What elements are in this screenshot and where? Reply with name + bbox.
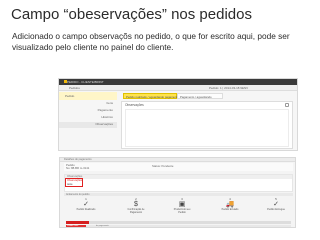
admin-subbar: Pedidos Pedido: 1 | 2014-03-18 9ENV bbox=[59, 85, 297, 96]
order-info-left: Pedido No: 88-BR m-3141 bbox=[66, 163, 90, 171]
step-4-label: Pedido Enviado bbox=[221, 208, 239, 211]
description-line-2: visualizado pelo cliente no painel do cl… bbox=[12, 41, 174, 52]
order-progress-fill bbox=[66, 221, 89, 224]
slide-description: Adicionado o campo observaçõs no pedido,… bbox=[12, 31, 312, 52]
footer-left: Pedido Falta bbox=[66, 225, 86, 227]
step-4: 4 🚚 Pedido Enviado bbox=[220, 197, 240, 212]
step-1-label: Pedido Realizado bbox=[76, 208, 96, 211]
tab-status-pagamento[interactable]: Pagamento / aguardando bbox=[177, 93, 223, 99]
step-3-label: Produzindo seu Pedido bbox=[173, 208, 191, 214]
observacoes-label: Observações bbox=[125, 103, 144, 107]
footer-right: do pagamento bbox=[96, 225, 109, 227]
customer-observacoes-header: Observações bbox=[65, 175, 292, 179]
step-2: 2 $ Confirmação de Pagamento bbox=[126, 197, 146, 215]
sidebar-item-pagamento[interactable]: Pagamento bbox=[59, 108, 117, 114]
customer-panel-header-text: Detalhes do pagamento bbox=[64, 158, 92, 161]
steps-header: Andamento do pedido bbox=[64, 193, 293, 196]
order-number: No: 88-BR m-3141 bbox=[66, 166, 90, 171]
description-line-1: Adicionado o campo observaçõs no pedido,… bbox=[12, 31, 290, 41]
admin-main: Pedido realizado / aguardando pagamento … bbox=[117, 92, 297, 150]
order-info: Pedido No: 88-BR m-3141 Status: Pendente bbox=[64, 163, 293, 171]
order-footer: Pedido Falta do pagamento bbox=[66, 225, 291, 227]
tab-status-pedido[interactable]: Pedido realizado / aguardando pagamento bbox=[123, 93, 179, 99]
step-2-label: Confirmação de Pagamento bbox=[127, 208, 145, 214]
sidebar-item-itens[interactable]: Itens bbox=[59, 101, 117, 107]
highlight-label: Observações bbox=[67, 179, 83, 182]
step-3: 3 ▣ Produzindo seu Pedido bbox=[172, 197, 192, 215]
observacoes-textarea[interactable] bbox=[125, 109, 289, 147]
sidebar-item-historico[interactable]: Histórico bbox=[59, 115, 117, 121]
admin-sidebar: Pedido Itens Pagamento Histórico Observa… bbox=[59, 92, 117, 150]
customer-panel-header: Detalhes do pagamento bbox=[60, 158, 295, 162]
admin-order-screenshot: PEDIDO - CLIENTE/BRINT Pedidos Pedido: 1… bbox=[58, 78, 298, 151]
admin-tabs: Pedido realizado / aguardando pagamento … bbox=[117, 92, 297, 99]
highlight-value: teste bbox=[67, 183, 73, 186]
customer-observacoes-box: Observações bbox=[64, 174, 293, 192]
order-progress-bar bbox=[66, 221, 291, 224]
sidebar-item-observacoes[interactable]: Observações bbox=[59, 122, 117, 128]
edit-icon[interactable] bbox=[285, 103, 289, 107]
admin-subbar-right: Pedido: 1 | 2014-03-18 9ENV bbox=[209, 86, 249, 90]
step-5-label: Pedido Entregue bbox=[267, 208, 285, 211]
admin-topbar-text: PEDIDO - CLIENTE/BRINT bbox=[67, 80, 104, 84]
step-1: 1 ✓ Pedido Realizado bbox=[76, 197, 96, 212]
observacoes-panel: Observações bbox=[121, 101, 293, 149]
observacoes-highlight: Observações teste bbox=[65, 178, 83, 187]
slide-title: Campo “obeservações” nos pedidos bbox=[11, 6, 252, 23]
customer-panel-screenshot: Detalhes do pagamento Pedido No: 88-BR m… bbox=[59, 157, 296, 228]
order-steps: 1 ✓ Pedido Realizado 2 $ Confirmação de … bbox=[64, 197, 293, 221]
sidebar-header: Pedido bbox=[59, 92, 117, 100]
order-status: Status: Pendente bbox=[152, 164, 174, 168]
admin-subbar-text: Pedidos bbox=[69, 86, 80, 90]
step-5: 5 ✓ Pedido Entregue bbox=[266, 197, 286, 212]
